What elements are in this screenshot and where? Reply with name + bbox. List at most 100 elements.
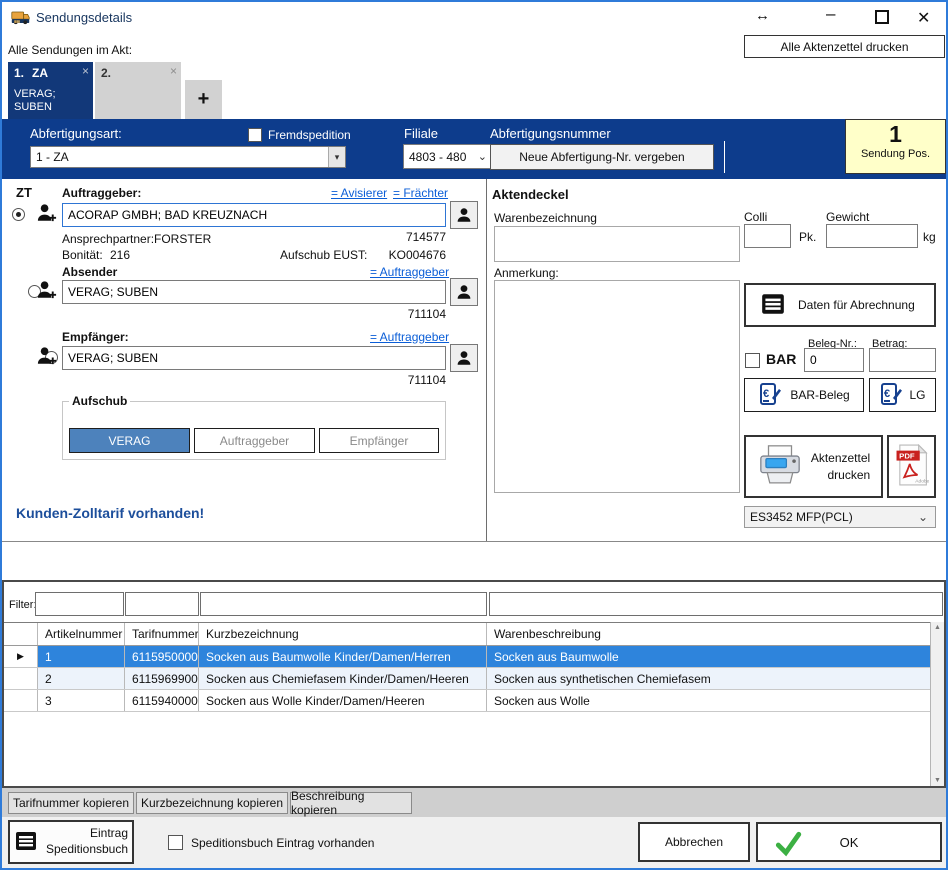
aufschub-empfaenger-label: Empfänger [350, 434, 409, 448]
list-icon [760, 291, 786, 320]
absender-input[interactable] [62, 280, 446, 304]
bar-beleg-button[interactable]: € BAR-Beleg [744, 378, 864, 412]
cell-tarifnummer-1: 61159500000 [125, 646, 199, 667]
person-add-icon-absender[interactable] [35, 279, 58, 305]
betrag-input[interactable] [869, 348, 936, 372]
euro-receipt-icon: € [758, 382, 782, 409]
ok-label: OK [840, 835, 859, 850]
neue-abfertigung-label: Neue Abfertigung-Nr. vergeben [519, 150, 684, 164]
kurzbezeichnung-kopieren-button[interactable]: Kurzbezeichnung kopieren [136, 792, 288, 814]
printer-select[interactable]: ES3452 MFP(PCL) ⌄ [744, 506, 936, 528]
cell-warenbeschreibung-3: Socken aus Wolle [487, 690, 930, 711]
scroll-up-icon[interactable]: ▲ [934, 624, 941, 631]
abfertigungsart-select[interactable]: 1 - ZA ▾ [30, 146, 346, 168]
speditionsbuch-checkbox[interactable] [168, 835, 183, 850]
person-add-icon-auftraggeber[interactable] [35, 202, 58, 228]
fremdspedition-checkbox[interactable] [248, 128, 262, 142]
grid-header-tarifnummer[interactable]: Tarifnummer [125, 623, 199, 645]
grid-header-kurzbezeichnung[interactable]: Kurzbezeichnung [199, 623, 487, 645]
absender-auftraggeber-link[interactable]: = Auftraggeber [370, 265, 449, 279]
eintrag-label: Eintrag Speditionsbuch [46, 826, 128, 857]
resize-horizontal-icon[interactable]: ↔ [755, 7, 770, 24]
tab2-number: 2. [101, 66, 111, 80]
pdf-icon: PDF Adobe [895, 444, 929, 489]
speditionsbuch-checkbox-label: Speditionsbuch Eintrag vorhanden [191, 836, 374, 850]
copy-buttons-strip: Tarifnummer kopieren Kurzbezeichnung kop… [2, 788, 946, 817]
empfaenger-number: 711104 [396, 373, 446, 387]
tab2-close-icon[interactable]: × [170, 64, 177, 78]
filter-input-artikelnummer[interactable] [35, 592, 124, 616]
aktenzettel-line2: drucken [811, 467, 870, 483]
auftraggeber-label: Auftraggeber: [62, 186, 141, 200]
table-row-2[interactable]: 2 61159699000 Socken aus Chemiefasem Kin… [4, 668, 930, 690]
panel-divider [486, 179, 487, 541]
toolbar-divider [724, 141, 725, 173]
abbrechen-button[interactable]: Abbrechen [638, 822, 750, 862]
aufschub-verag-button[interactable]: VERAG [69, 428, 190, 453]
auftraggeber-number: 714577 [396, 230, 446, 244]
cell-tarifnummer-2: 61159699000 [125, 668, 199, 689]
person-add-icon-empfaenger[interactable] [35, 345, 58, 371]
gewicht-input[interactable] [826, 224, 918, 248]
tab1-line3: SUBEN [14, 101, 52, 113]
printer-select-value: ES3452 MFP(PCL) [745, 510, 911, 524]
lg-button[interactable]: € LG [869, 378, 936, 412]
pk-label: Pk. [799, 230, 816, 244]
table-row-3[interactable]: 3 61159400000 Socken aus Wolle Kinder/Da… [4, 690, 930, 712]
warenbezeichnung-input[interactable] [494, 226, 740, 262]
pdf-button[interactable]: PDF Adobe [887, 435, 936, 498]
table-row-1[interactable]: ▶ 1 61159500000 Socken aus Baumwolle Kin… [4, 646, 930, 668]
close-icon[interactable]: ✕ [917, 8, 930, 28]
empfaenger-auftraggeber-link[interactable]: = Auftraggeber [370, 330, 449, 344]
print-all-aktenzettel-button[interactable]: Alle Aktenzettel drucken [744, 35, 945, 58]
cell-kurzbezeichnung-1: Socken aus Baumwolle Kinder/Damen/Herren [199, 646, 487, 667]
bar-label: BAR [766, 351, 796, 367]
grid-scrollbar[interactable]: ▲ ▼ [930, 622, 944, 786]
bar-checkbox[interactable] [745, 353, 760, 368]
eintrag-speditionsbuch-button[interactable]: Eintrag Speditionsbuch [8, 820, 134, 864]
ok-button[interactable]: OK [756, 822, 942, 862]
filter-input-kurzbezeichnung[interactable] [200, 592, 487, 616]
tarifnummer-kopieren-button[interactable]: Tarifnummer kopieren [8, 792, 134, 814]
aufschub-auftraggeber-button[interactable]: Auftraggeber [194, 428, 315, 453]
anmerkung-label: Anmerkung: [494, 266, 559, 280]
cell-kurzbezeichnung-2: Socken aus Chemiefasem Kinder/Damen/Heer… [199, 668, 487, 689]
aufschub-empfaenger-button[interactable]: Empfänger [319, 428, 439, 453]
minimize-icon[interactable]: – [826, 4, 835, 24]
app-truck-icon: ▮▮▮ [11, 9, 30, 29]
colli-input[interactable] [744, 224, 791, 248]
tab-sendung-2[interactable]: 2. × [95, 62, 181, 119]
scroll-down-icon[interactable]: ▼ [934, 777, 941, 784]
auftraggeber-contact-button[interactable] [450, 201, 478, 229]
grid-header-artikelnummer[interactable]: Artikelnummer [38, 623, 125, 645]
printer-icon [757, 443, 803, 490]
filiale-select[interactable]: 4803 - 480 ⌄ [403, 144, 492, 169]
beleg-nr-input[interactable] [804, 348, 864, 372]
maximize-icon[interactable] [875, 10, 889, 24]
auftraggeber-input[interactable] [62, 203, 446, 227]
auftraggeber-radio[interactable] [12, 208, 25, 221]
aktenzettel-drucken-button[interactable]: Aktenzettel drucken [744, 435, 883, 498]
add-sendung-button[interactable]: + [185, 80, 222, 119]
svg-text:€: € [884, 388, 890, 400]
empfaenger-input[interactable] [62, 346, 446, 370]
toolbar-band: Abfertigungsart: 1 - ZA ▾ Fremdspedition… [2, 119, 946, 179]
absender-contact-button[interactable] [450, 278, 478, 306]
beschreibung-kopieren-button[interactable]: Beschreibung kopieren [290, 792, 412, 814]
fremdspedition-label: Fremdspedition [268, 128, 351, 142]
filter-input-tarifnummer[interactable] [125, 592, 199, 616]
tab1-close-icon[interactable]: × [82, 64, 89, 78]
neue-abfertigung-button[interactable]: Neue Abfertigung-Nr. vergeben [490, 144, 714, 170]
cell-tarifnummer-3: 61159400000 [125, 690, 199, 711]
empfaenger-contact-button[interactable] [450, 344, 478, 372]
tab-sendung-1[interactable]: 1. ZA × VERAG; SUBEN [8, 62, 93, 119]
fraechter-link[interactable]: = Frächter [393, 186, 448, 200]
dropdown-arrow-icon: ▾ [328, 147, 345, 167]
cell-artikelnummer-3: 3 [38, 690, 125, 711]
anmerkung-input[interactable] [494, 280, 740, 493]
grid-header-warenbeschreibung[interactable]: Warenbeschreibung [487, 623, 930, 645]
ansprechpartner-label: Ansprechpartner: [62, 232, 154, 246]
filter-input-warenbeschreibung[interactable] [489, 592, 943, 616]
avisierer-link[interactable]: = Avisierer [331, 186, 387, 200]
daten-abrechnung-button[interactable]: Daten für Abrechnung [744, 283, 936, 327]
